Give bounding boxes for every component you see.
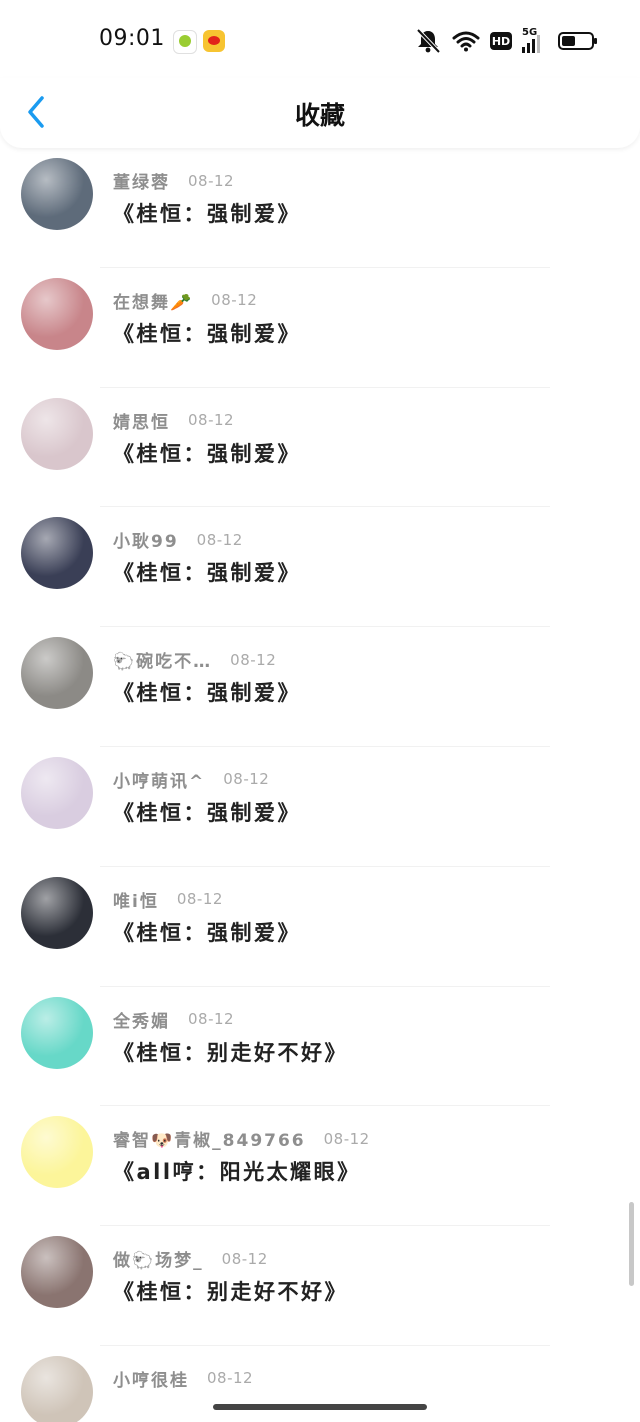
username[interactable]: 在想舞🥕 [113,288,193,313]
username-line: 睿智🐶青椒_849766 08-12 [113,1126,370,1152]
app-notification-icon [173,30,197,54]
username-line: 做🐑场梦_ 08-12 [113,1246,268,1272]
avatar[interactable] [21,277,93,350]
username[interactable]: 小哼很桂 [113,1366,189,1391]
hd-icon: HD [490,32,512,50]
date: 08-12 [188,171,235,190]
list-item[interactable]: 唯i恒 08-12 《桂恒：强制爱》 [0,867,640,987]
username-line: 在想舞🥕 08-12 [113,288,257,313]
username[interactable]: 婧思恒 [113,408,170,433]
status-bar: 09:01 HD 5G [0,0,640,84]
username[interactable]: 小哼萌讯^ [113,767,205,792]
date: 08-12 [223,770,270,789]
username[interactable]: 做🐑场梦_ [113,1246,204,1271]
list-item[interactable]: 董绿蓉 08-12 《桂恒：强制爱》 [0,148,640,268]
list-item[interactable]: 婧思恒 08-12 《桂恒：强制爱》 [0,388,640,508]
username-line: 唯i恒 08-12 [113,887,223,912]
avatar[interactable] [21,1355,93,1422]
favorites-screen: 09:01 HD 5G 收藏 董绿蓉 08-12 《桂恒：强制爱》 在想舞🥕 0… [0,0,640,1422]
favorites-list: 董绿蓉 08-12 《桂恒：强制爱》 在想舞🥕 08-12 《桂恒：强制爱》 婧思恒 08-1… [0,148,640,1422]
5g-signal-icon: 5G [522,27,548,53]
username[interactable]: 董绿蓉 [113,168,170,193]
status-time: 09:01 [99,26,165,51]
avatar[interactable] [21,996,93,1069]
username-line: 小耿99 08-12 [113,527,243,553]
mute-bell-icon [416,28,441,54]
date: 08-12 [196,530,243,549]
avatar[interactable] [21,1116,93,1189]
book-title[interactable]: 《all哼：阳光太耀眼》 [113,1156,361,1186]
username[interactable]: 全秀媚 [113,1007,170,1032]
book-title[interactable]: 《桂恒：强制爱》 [113,917,301,947]
list-item[interactable]: 在想舞🥕 08-12 《桂恒：强制爱》 [0,268,640,388]
username-line: 小哼很桂 08-12 [113,1366,253,1391]
date: 08-12 [230,650,277,669]
avatar[interactable] [21,876,93,949]
date: 08-12 [221,1249,268,1268]
list-item[interactable]: 睿智🐶青椒_849766 08-12 《all哼：阳光太耀眼》 [0,1106,640,1227]
book-title[interactable]: 《桂恒：强制爱》 [113,318,301,348]
list-item[interactable]: 小耿99 08-12 《桂恒：强制爱》 [0,507,640,628]
book-title[interactable]: 《桂恒：别走好不好》 [113,1276,348,1306]
avatar[interactable] [21,158,93,230]
username-line: 董绿蓉 08-12 [113,168,235,194]
list-item[interactable]: 🐑碗吃不… 08-12 《桂恒：强制爱》 [0,627,640,747]
wifi-icon [452,31,480,52]
username[interactable]: 🐑碗吃不… [113,647,212,672]
list-item[interactable]: 小哼萌讯^ 08-12 《桂恒：强制爱》 [0,747,640,867]
book-title[interactable]: 《桂恒：强制爱》 [113,198,301,228]
book-title[interactable]: 《桂恒：强制爱》 [113,797,301,827]
avatar[interactable] [21,756,93,829]
avatar[interactable] [21,637,93,710]
battery-icon [558,32,597,50]
username-line: 全秀媚 08-12 [113,1007,234,1032]
date: 08-12 [207,1369,254,1388]
avatar[interactable] [21,517,93,590]
book-title[interactable]: 《桂恒：强制爱》 [113,557,301,587]
avatar[interactable] [21,1236,93,1309]
book-title[interactable]: 《桂恒：强制爱》 [113,438,301,468]
date: 08-12 [188,1010,235,1029]
weibo-notification-icon [203,30,225,52]
list-item[interactable]: 全秀媚 08-12 《桂恒：别走好不好》 [0,987,640,1107]
date: 08-12 [176,890,223,909]
username[interactable]: 小耿99 [113,527,179,552]
book-title[interactable]: 《桂恒：强制爱》 [113,677,301,707]
avatar[interactable] [21,397,93,470]
username[interactable]: 睿智🐶青椒_849766 [113,1126,306,1151]
page-title: 收藏 [294,101,345,130]
username-line: 🐑碗吃不… 08-12 [113,647,277,673]
header-bar: 收藏 [0,78,640,148]
username-line: 小哼萌讯^ 08-12 [113,767,269,792]
username[interactable]: 唯i恒 [113,887,159,912]
list-item[interactable]: 做🐑场梦_ 08-12 《桂恒：别走好不好》 [0,1226,640,1346]
scrollbar[interactable] [629,1202,634,1286]
home-indicator[interactable] [213,1404,427,1410]
date: 08-12 [188,411,235,430]
date: 08-12 [211,291,258,310]
date: 08-12 [323,1129,370,1148]
username-line: 婧思恒 08-12 [113,408,234,433]
book-title[interactable]: 《桂恒：别走好不好》 [113,1037,348,1067]
list-item[interactable]: 小哼很桂 08-12 [0,1346,640,1422]
status-icons: HD 5G [414,27,597,54]
battery-level [562,36,575,46]
